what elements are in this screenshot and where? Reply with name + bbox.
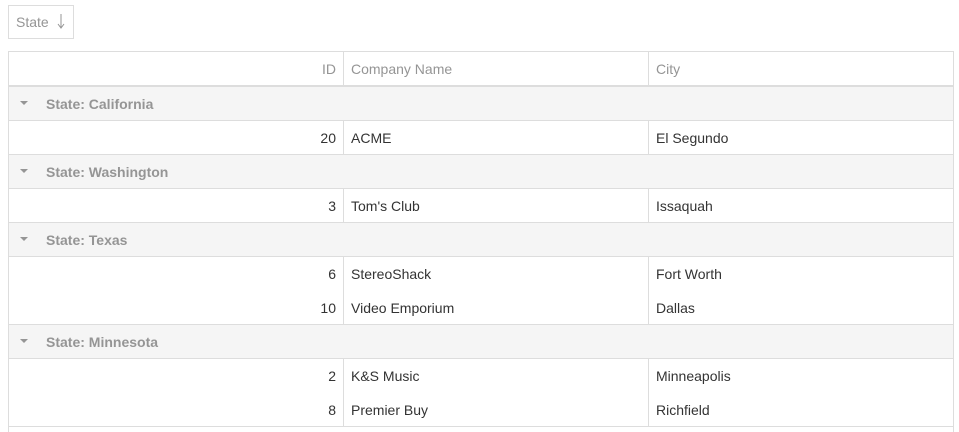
cell-company-name: Tom's Club xyxy=(344,189,649,222)
collapse-caret-icon[interactable] xyxy=(9,87,38,121)
data-grid: ID Company Name City State: California 20… xyxy=(8,51,954,432)
group-row[interactable]: State: Washington xyxy=(9,155,953,189)
table-row[interactable]: 3 Tom's Club Issaquah xyxy=(9,189,953,223)
grid-header: ID Company Name City xyxy=(9,52,953,87)
cell-city: Dallas xyxy=(656,299,695,316)
cell-city: El Segundo xyxy=(656,129,729,146)
group-row-label: State: Minnesota xyxy=(46,333,159,350)
cell-id: 10 xyxy=(9,291,344,324)
table-row[interactable]: 10 Video Emporium Dallas xyxy=(9,291,953,325)
cell-id: 6 xyxy=(9,257,344,291)
table-row[interactable]: 20 ACME El Segundo xyxy=(9,121,953,155)
group-row-label: State: Washington xyxy=(46,163,169,180)
table-row[interactable]: 8 Premier Buy Richfield xyxy=(9,393,953,427)
cell-city: Issaquah xyxy=(656,197,713,214)
cell-id: 20 xyxy=(9,121,344,154)
table-row[interactable]: 2 K&S Music Minneapolis xyxy=(9,359,953,393)
group-row[interactable]: State: Texas xyxy=(9,223,953,257)
column-header-company-name[interactable]: Company Name xyxy=(344,52,649,85)
cell-company-name: StereoShack xyxy=(344,257,649,291)
cell-city: Minneapolis xyxy=(656,368,731,384)
cell-company-name: Video Emporium xyxy=(344,291,649,324)
cell-company-name: K&S Music xyxy=(344,359,649,393)
column-header-city[interactable]: City xyxy=(649,52,953,85)
group-row[interactable]: State: California xyxy=(9,87,953,121)
collapse-caret-icon[interactable] xyxy=(9,325,38,359)
sort-arrow-down-icon[interactable] xyxy=(57,13,65,29)
cell-city: Fort Worth xyxy=(656,266,722,282)
group-row[interactable]: State: Minnesota xyxy=(9,325,953,359)
group-panel: State xyxy=(0,0,959,51)
collapse-caret-icon[interactable] xyxy=(9,223,38,257)
cell-company-name: ACME xyxy=(344,121,649,154)
group-chip-state[interactable]: State xyxy=(8,5,74,39)
collapse-caret-icon[interactable] xyxy=(9,155,38,189)
group-row-label: State: Texas xyxy=(46,231,128,248)
grid-body: State: California 20 ACME El Segundo State: … xyxy=(9,87,953,427)
column-header-id[interactable]: ID xyxy=(9,52,344,85)
cell-id: 8 xyxy=(9,393,344,426)
group-row-label: State: California xyxy=(46,95,154,112)
cell-id: 3 xyxy=(9,189,344,222)
cell-id: 2 xyxy=(9,359,344,393)
cell-city: Richfield xyxy=(656,401,710,418)
group-chip-label: State xyxy=(16,14,49,30)
cell-company-name: Premier Buy xyxy=(344,393,649,426)
table-row[interactable]: 6 StereoShack Fort Worth xyxy=(9,257,953,291)
